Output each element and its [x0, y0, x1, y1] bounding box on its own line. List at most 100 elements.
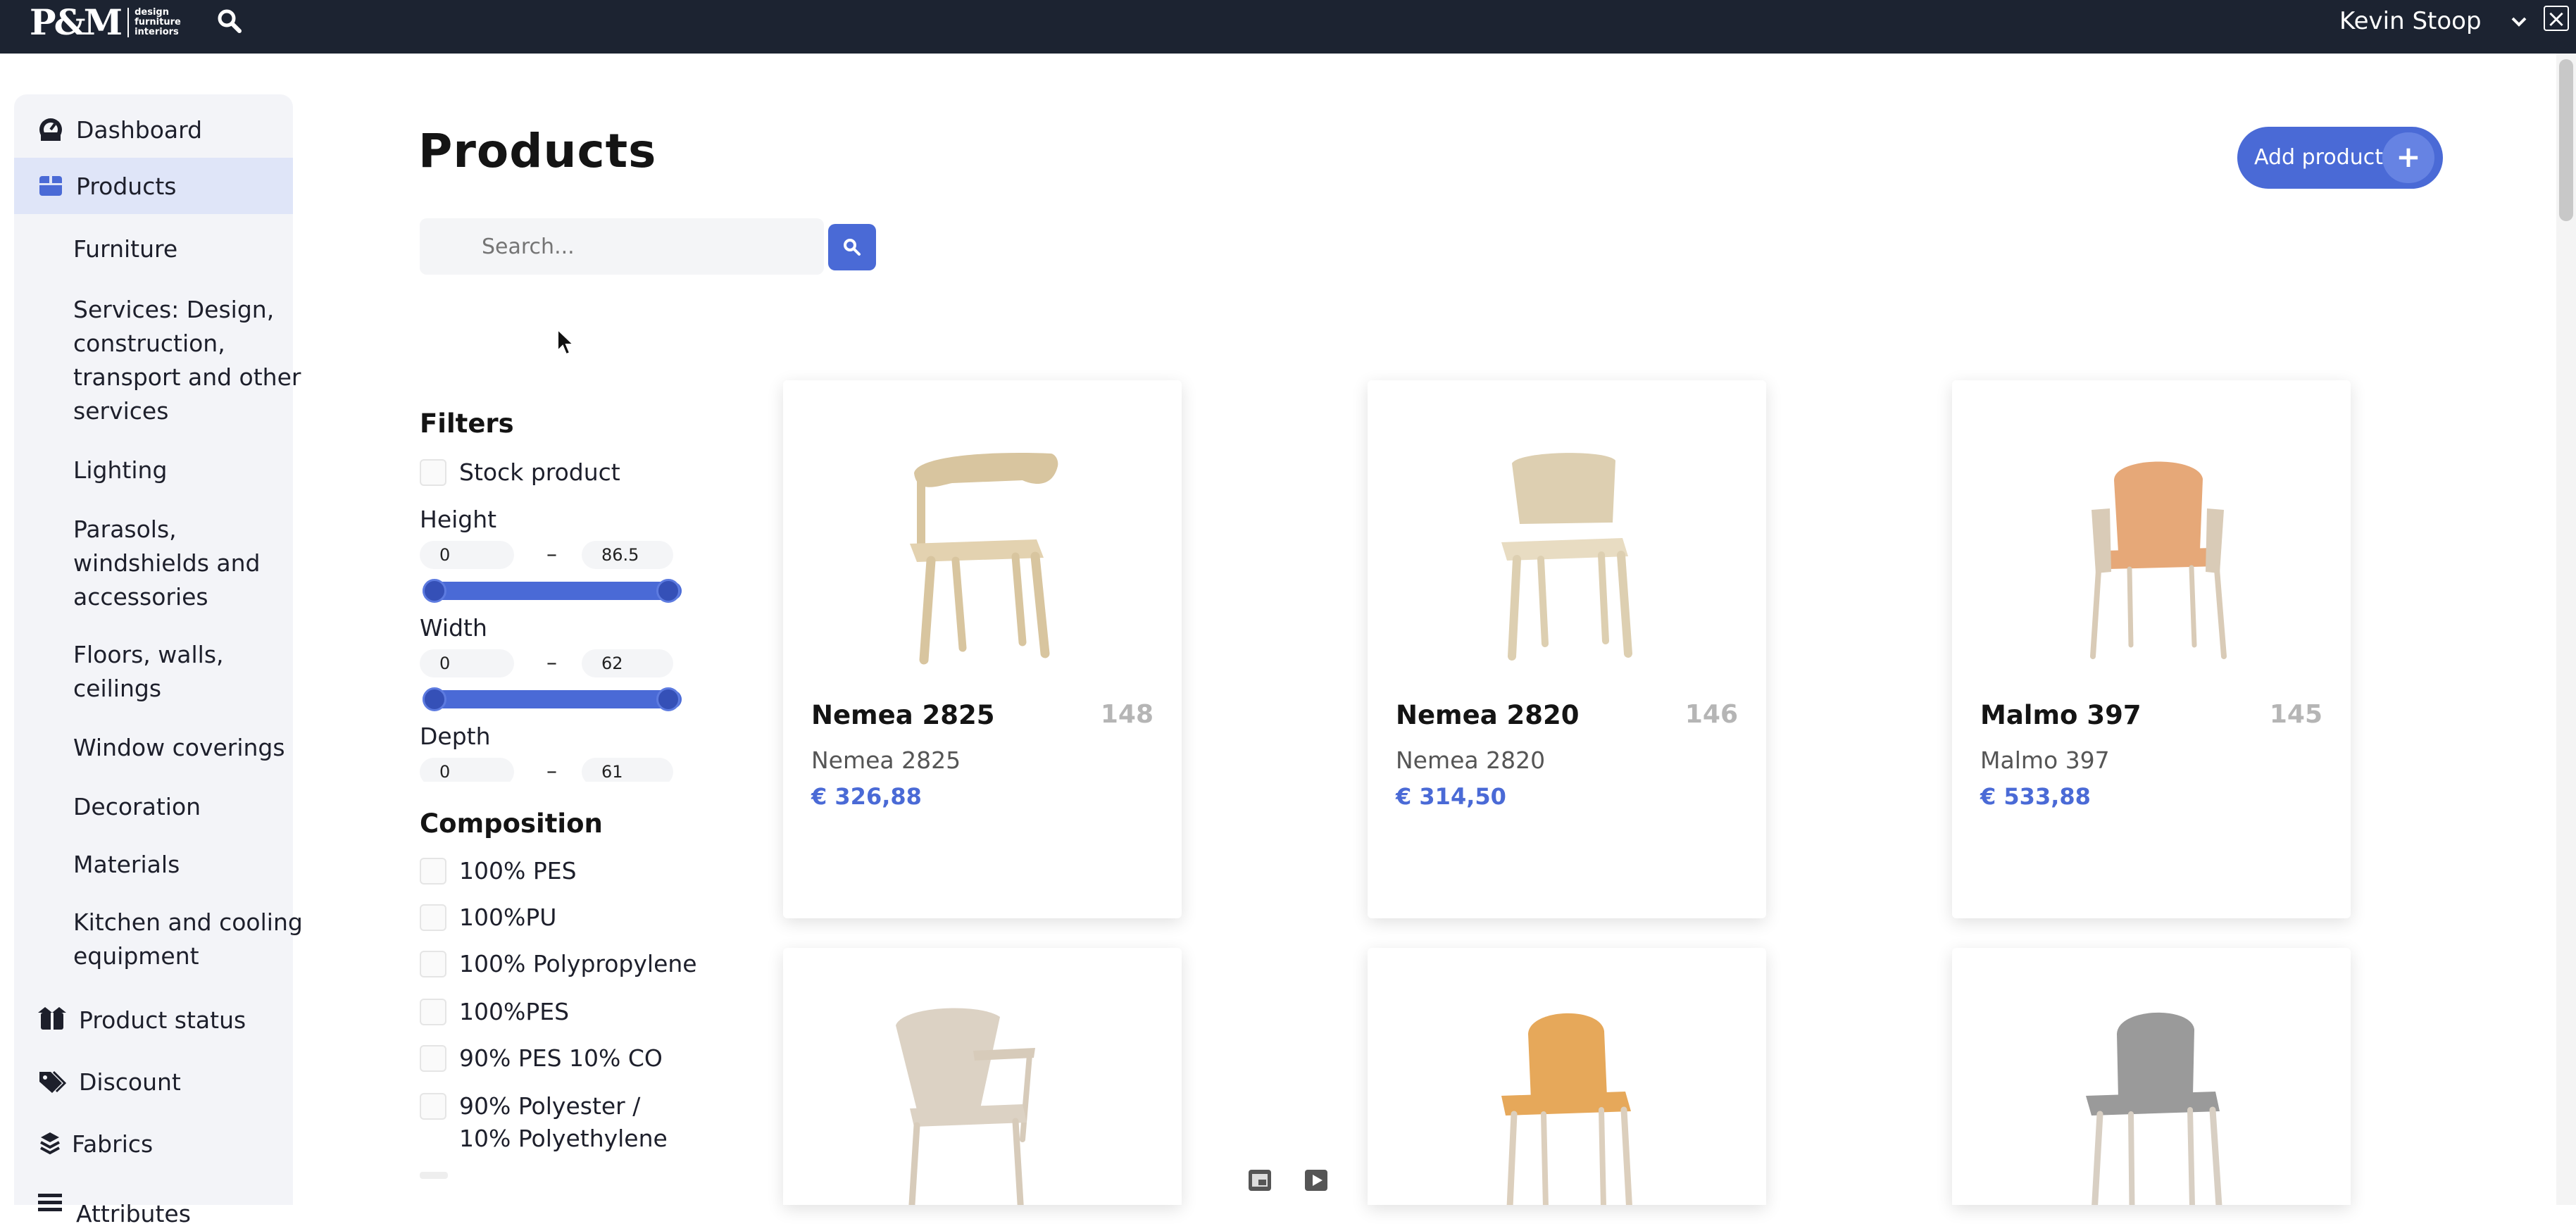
- width-slider-max-handle[interactable]: [656, 687, 680, 711]
- product-image: [2090, 461, 2227, 659]
- product-image: [1501, 1013, 1632, 1205]
- depth-max-input[interactable]: 61: [582, 758, 673, 782]
- height-min-input[interactable]: 0: [420, 541, 514, 569]
- product-card[interactable]: [783, 948, 1182, 1205]
- composition-label: 90% PES 10% CO: [459, 1044, 663, 1072]
- sidebar-item-dashboard[interactable]: Dashboard: [14, 101, 293, 158]
- page-title: Products: [418, 124, 657, 178]
- composition-checkbox[interactable]: [420, 1093, 446, 1120]
- user-name[interactable]: Kevin Stoop: [2339, 4, 2482, 38]
- product-subtitle: Nemea 2825: [811, 746, 961, 774]
- sidebar-item-discount[interactable]: Discount: [14, 1054, 293, 1110]
- height-max-input[interactable]: 86.5: [582, 541, 673, 569]
- filters-heading: Filters: [420, 408, 514, 439]
- layers-icon: [39, 1131, 65, 1156]
- composition-option[interactable]: 100% Polypropylene: [420, 950, 697, 980]
- picture-in-picture-icon[interactable]: [1248, 1169, 1272, 1192]
- width-max-input[interactable]: 62: [582, 649, 673, 677]
- composition-label: 100%PU: [459, 904, 557, 931]
- logo-tagline-line: design: [135, 7, 169, 18]
- composition-checkbox[interactable]: [420, 904, 446, 931]
- product-image: [1501, 453, 1632, 661]
- sidebar-item-label: Product status: [79, 1006, 246, 1034]
- composition-label: 100% PES: [459, 857, 577, 885]
- composition-option[interactable]: 90% Polyester / 10% Polyethylene: [420, 1092, 687, 1155]
- sidebar-item-label: Discount: [79, 1068, 181, 1096]
- product-id: 148: [1100, 700, 1153, 729]
- product-id: 145: [2269, 700, 2322, 729]
- height-label: Height: [420, 506, 497, 533]
- composition-checkbox[interactable]: [420, 999, 446, 1025]
- stock-product-filter[interactable]: Stock product: [420, 458, 620, 489]
- composition-checkbox[interactable]: [420, 951, 446, 977]
- product-name[interactable]: Nemea 2820: [1396, 700, 1580, 730]
- composition-checkbox[interactable]: [420, 858, 446, 885]
- logo-tagline-line: interiors: [135, 27, 179, 37]
- composition-label: 100% Polypropylene: [459, 950, 697, 977]
- search-icon[interactable]: [215, 7, 244, 35]
- product-name[interactable]: Malmo 397: [1980, 700, 2142, 730]
- range-dash: –: [546, 542, 557, 567]
- sidebar-subitem-decoration[interactable]: Decoration: [73, 790, 306, 824]
- height-slider-min-handle[interactable]: [423, 579, 446, 603]
- product-subtitle: Malmo 397: [1980, 746, 2110, 774]
- sidebar-item-products[interactable]: Products: [14, 158, 293, 214]
- range-dash: –: [546, 651, 557, 675]
- composition-label: 100%PES: [459, 998, 570, 1025]
- composition-label: 90% Polyester / 10% Polyethylene: [459, 1092, 668, 1152]
- depth-inputs: 0 – 61: [420, 754, 687, 782]
- logo-mark: P&M: [30, 1, 123, 43]
- width-min-input[interactable]: 0: [420, 649, 514, 677]
- product-card[interactable]: Nemea 2825 148 Nemea 2825 € 326,88: [783, 380, 1182, 918]
- composition-checkbox[interactable]: [420, 1045, 446, 1072]
- width-slider-min-handle[interactable]: [423, 687, 446, 711]
- sidebar-item-attributes[interactable]: Attributes: [14, 1175, 293, 1231]
- width-slider[interactable]: [423, 690, 682, 708]
- list-icon: [38, 1192, 63, 1217]
- sidebar-subitem-furniture[interactable]: Furniture: [73, 232, 306, 266]
- search-icon: [842, 237, 862, 260]
- sidebar-item-fabrics[interactable]: Fabrics: [14, 1116, 293, 1172]
- composition-option[interactable]: 100%PU: [420, 904, 556, 934]
- composition-heading: Composition: [420, 808, 603, 839]
- product-card[interactable]: Nemea 2820 146 Nemea 2820 € 314,50: [1368, 380, 1766, 918]
- product-name[interactable]: Nemea 2825: [811, 700, 995, 730]
- composition-checkbox[interactable]: [420, 1172, 448, 1179]
- sidebar-subitem-window-coverings[interactable]: Window coverings: [73, 731, 306, 765]
- scrollbar-thumb[interactable]: [2559, 59, 2573, 221]
- close-icon[interactable]: ×: [2544, 6, 2569, 31]
- composition-option[interactable]: 90% PES 10% CO: [420, 1044, 663, 1075]
- scrollbar[interactable]: [2556, 54, 2576, 1205]
- chevron-down-icon[interactable]: [2507, 10, 2531, 34]
- composition-option[interactable]: 100%PES: [420, 998, 570, 1028]
- play-icon[interactable]: [1304, 1169, 1328, 1192]
- product-image: [2086, 1012, 2222, 1205]
- depth-min-input[interactable]: 0: [420, 758, 514, 782]
- logo[interactable]: P&M design furniture interiors: [30, 3, 181, 42]
- product-card[interactable]: Malmo 397 145 Malmo 397 € 533,88: [1952, 380, 2351, 918]
- sidebar-subitem-services[interactable]: Services: Design, construction, transpor…: [73, 293, 306, 428]
- sidebar-subitem-parasols[interactable]: Parasols, windshields and accessories: [73, 513, 306, 614]
- logo-tagline-line: furniture: [135, 17, 181, 27]
- sidebar-subitem-floors[interactable]: Floors, walls, ceilings: [73, 638, 306, 706]
- mouse-cursor-icon: [556, 327, 575, 356]
- sidebar-item-label: Products: [76, 172, 177, 200]
- sidebar-subitem-lighting[interactable]: Lighting: [73, 454, 306, 487]
- product-card[interactable]: [1952, 948, 2351, 1205]
- sidebar-subitem-materials[interactable]: Materials: [73, 848, 306, 882]
- product-card[interactable]: [1368, 948, 1766, 1205]
- search-button[interactable]: [828, 224, 876, 270]
- sidebar-subitem-kitchen[interactable]: Kitchen and cooling equipment: [73, 906, 306, 973]
- height-slider-max-handle[interactable]: [656, 579, 680, 603]
- tags-icon: [38, 1069, 67, 1094]
- stock-product-checkbox[interactable]: [420, 459, 446, 486]
- plus-icon: +: [2382, 132, 2434, 183]
- height-slider[interactable]: [423, 582, 682, 600]
- add-product-button[interactable]: Add product +: [2237, 127, 2443, 189]
- sidebar-item-label: Attributes: [76, 1200, 191, 1227]
- width-label: Width: [420, 614, 487, 642]
- dashboard-icon: [38, 117, 63, 142]
- composition-option[interactable]: 100% PES: [420, 857, 577, 887]
- sidebar-item-product-status[interactable]: Product status: [14, 992, 293, 1048]
- search-input[interactable]: [420, 218, 824, 275]
